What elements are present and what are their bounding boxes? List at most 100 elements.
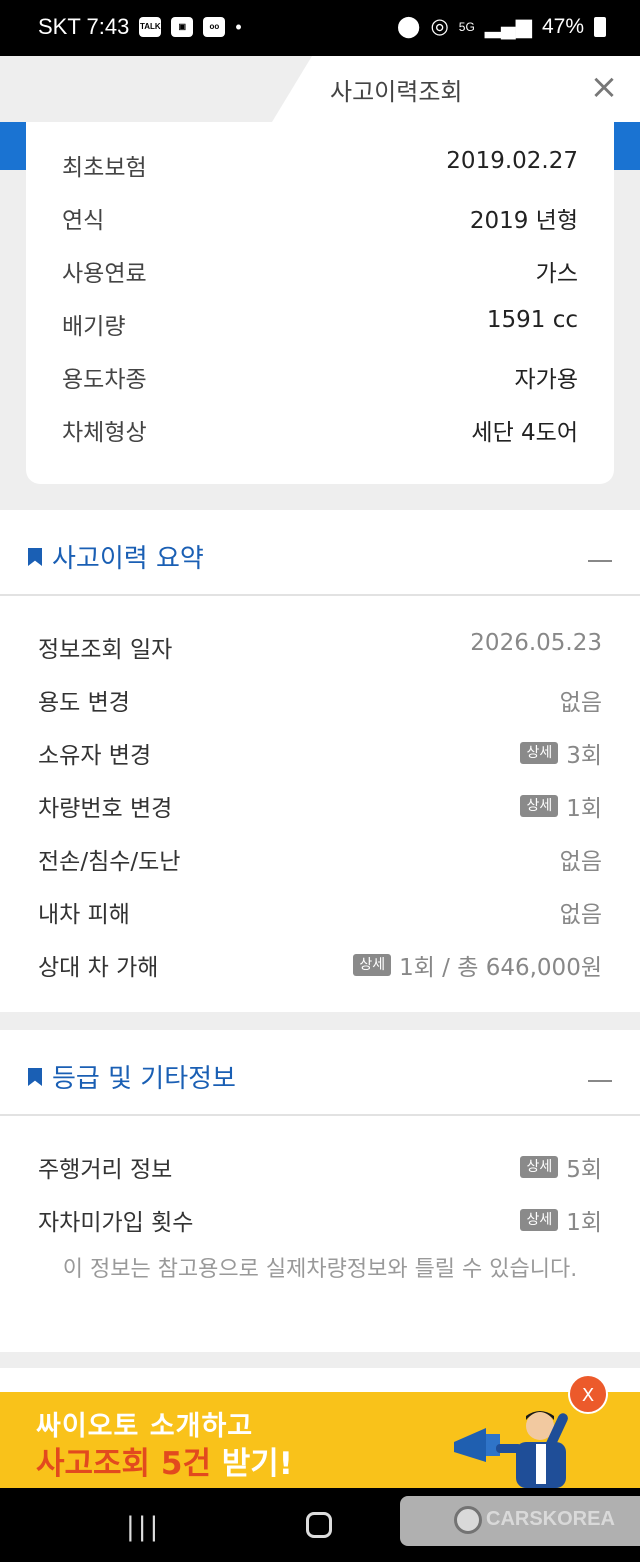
carskorea-logo-icon [454, 1506, 482, 1534]
hotspot-icon: ◎ [430, 15, 449, 38]
summary-row: 전손/침수/도난 없음 [38, 842, 602, 882]
gallery-icon: ▣ [171, 17, 194, 37]
row-value-wrap: 상세 1회 [520, 1203, 602, 1237]
info-label: 최초보험 [62, 155, 147, 181]
info-value: 1591 cc [486, 307, 578, 333]
blue-accent-left [0, 122, 26, 170]
row-label: 소유자 변경 [38, 743, 152, 769]
row-value: 3회 [566, 743, 602, 769]
info-row: 용도차종 자가용 [62, 360, 578, 400]
voicemail-icon: oo [203, 17, 226, 37]
row-value-wrap: 없음 [560, 683, 602, 717]
info-value: 2019.02.27 [446, 148, 578, 174]
car-info-card: 최초보험 2019.02.27 연식 2019 년형 사용연료 가스 배기량 1… [26, 122, 614, 484]
bookmark-icon [28, 1068, 42, 1086]
row-value-wrap: 2026.05.23 [470, 630, 602, 656]
header: 사고이력조회 × [0, 56, 640, 122]
banner-highlight: 사고조회 5건 [36, 1446, 211, 1482]
kakaotalk-icon: TALK [139, 17, 162, 37]
section-header[interactable]: 등급 및 기타정보 [0, 1030, 640, 1116]
row-label: 자차미가입 횟수 [38, 1210, 194, 1236]
accident-summary-section: 사고이력 요약 정보조회 일자 2026.05.23 용도 변경 없음 소유자 … [0, 510, 640, 1012]
battery-icon [594, 16, 606, 37]
collapse-icon[interactable] [588, 560, 612, 562]
bookmark-icon [28, 548, 42, 566]
disclaimer-note: 이 정보는 참고용으로 실제차량정보와 틀릴 수 있습니다. [62, 1257, 578, 1282]
collapse-icon[interactable] [588, 1080, 612, 1082]
detail-badge-button[interactable]: 상세 [353, 954, 392, 976]
grade-row: 주행거리 정보 상세 5회 [38, 1150, 602, 1190]
battery-percent: 47% [541, 14, 584, 38]
location-icon: ⬤ [396, 15, 421, 38]
row-value: 없음 [559, 902, 602, 928]
detail-badge-button[interactable]: 상세 [520, 1209, 559, 1231]
blue-accent-right [614, 122, 640, 170]
recent-apps-button[interactable]: ||| [126, 1512, 161, 1542]
section-header[interactable]: 사고이력 요약 [0, 510, 640, 596]
row-value: 1회 [566, 796, 602, 822]
status-left: SKT 7:43 TALK ▣ oo • [38, 14, 242, 40]
summary-row: 소유자 변경 상세 3회 [38, 736, 602, 776]
network-5g-icon: 5G [458, 19, 475, 34]
info-label: 연식 [62, 208, 105, 234]
summary-row: 상대 차 가해 상세 1회 / 총 646,000원 [38, 948, 602, 988]
row-label: 용도 변경 [38, 690, 130, 716]
info-label: 용도차종 [62, 367, 147, 393]
info-row: 사용연료 가스 [62, 254, 578, 294]
row-value-wrap: 없음 [560, 895, 602, 929]
row-value: 없음 [559, 849, 602, 875]
row-label: 내차 피해 [38, 902, 130, 928]
megaphone-person-illustration [454, 1411, 568, 1488]
info-value: 가스 [535, 261, 578, 287]
promo-banner[interactable]: 싸이오토 소개하고 사고조회 5건 받기! [0, 1392, 640, 1488]
close-button[interactable]: × [588, 70, 620, 104]
status-bar: SKT 7:43 TALK ▣ oo • ⬤ ◎ 5G ▂▄▆ 47% [0, 0, 640, 56]
summary-row: 용도 변경 없음 [38, 683, 602, 723]
section-title: 등급 및 기타정보 [52, 1064, 236, 1094]
detail-badge-button[interactable]: 상세 [520, 742, 559, 764]
info-row: 배기량 1591 cc [62, 307, 578, 347]
more-notifications-icon: • [235, 16, 242, 37]
summary-row: 내차 피해 없음 [38, 895, 602, 935]
row-label: 주행거리 정보 [38, 1157, 173, 1183]
row-label: 전손/침수/도난 [38, 849, 181, 875]
row-value-wrap: 없음 [560, 842, 602, 876]
info-label: 사용연료 [62, 261, 147, 287]
carskorea-label: CARSKOREA [486, 1508, 615, 1530]
row-value: 5회 [566, 1157, 602, 1183]
summary-row: 정보조회 일자 2026.05.23 [38, 630, 602, 670]
carskorea-watermark: CARSKOREA [400, 1496, 640, 1546]
carrier-time: SKT 7:43 [38, 14, 130, 39]
row-value-wrap: 상세 1회 [520, 789, 602, 823]
section-title: 사고이력 요약 [52, 544, 204, 574]
status-right: ⬤ ◎ 5G ▂▄▆ 47% [397, 14, 606, 39]
info-value: 자가용 [514, 367, 578, 393]
row-value: 1회 / 총 646,000원 [399, 955, 602, 981]
detail-badge-button[interactable]: 상세 [520, 795, 559, 817]
info-value: 세단 4도어 [471, 420, 578, 446]
detail-badge-button[interactable]: 상세 [520, 1156, 559, 1178]
banner-line2: 사고조회 5건 받기! [36, 1438, 293, 1483]
info-value: 2019 년형 [469, 208, 578, 234]
signal-icon: ▂▄▆ [484, 15, 532, 38]
info-label: 차체형상 [62, 420, 147, 446]
row-label: 차량번호 변경 [38, 796, 173, 822]
row-label: 정보조회 일자 [38, 637, 173, 663]
info-label: 배기량 [62, 314, 126, 340]
info-row: 연식 2019 년형 [62, 201, 578, 241]
banner-cta: 받기! [221, 1446, 293, 1482]
info-row: 최초보험 2019.02.27 [62, 148, 578, 188]
page-title: 사고이력조회 [330, 78, 463, 106]
grade-row: 자차미가입 횟수 상세 1회 [38, 1203, 602, 1243]
next-section-edge [0, 1368, 640, 1392]
home-button[interactable] [306, 1512, 332, 1538]
row-value: 1회 [566, 1210, 602, 1236]
row-label: 상대 차 가해 [38, 955, 159, 981]
summary-row: 차량번호 변경 상세 1회 [38, 789, 602, 829]
row-value-wrap: 상세 5회 [520, 1150, 602, 1184]
row-value-wrap: 상세 1회 / 총 646,000원 [353, 948, 602, 982]
row-value: 없음 [559, 690, 602, 716]
info-row: 차체형상 세단 4도어 [62, 413, 578, 453]
banner-close-button[interactable]: X [568, 1374, 608, 1414]
grade-info-section: 등급 및 기타정보 주행거리 정보 상세 5회 자차미가입 횟수 상세 1회 이… [0, 1030, 640, 1352]
